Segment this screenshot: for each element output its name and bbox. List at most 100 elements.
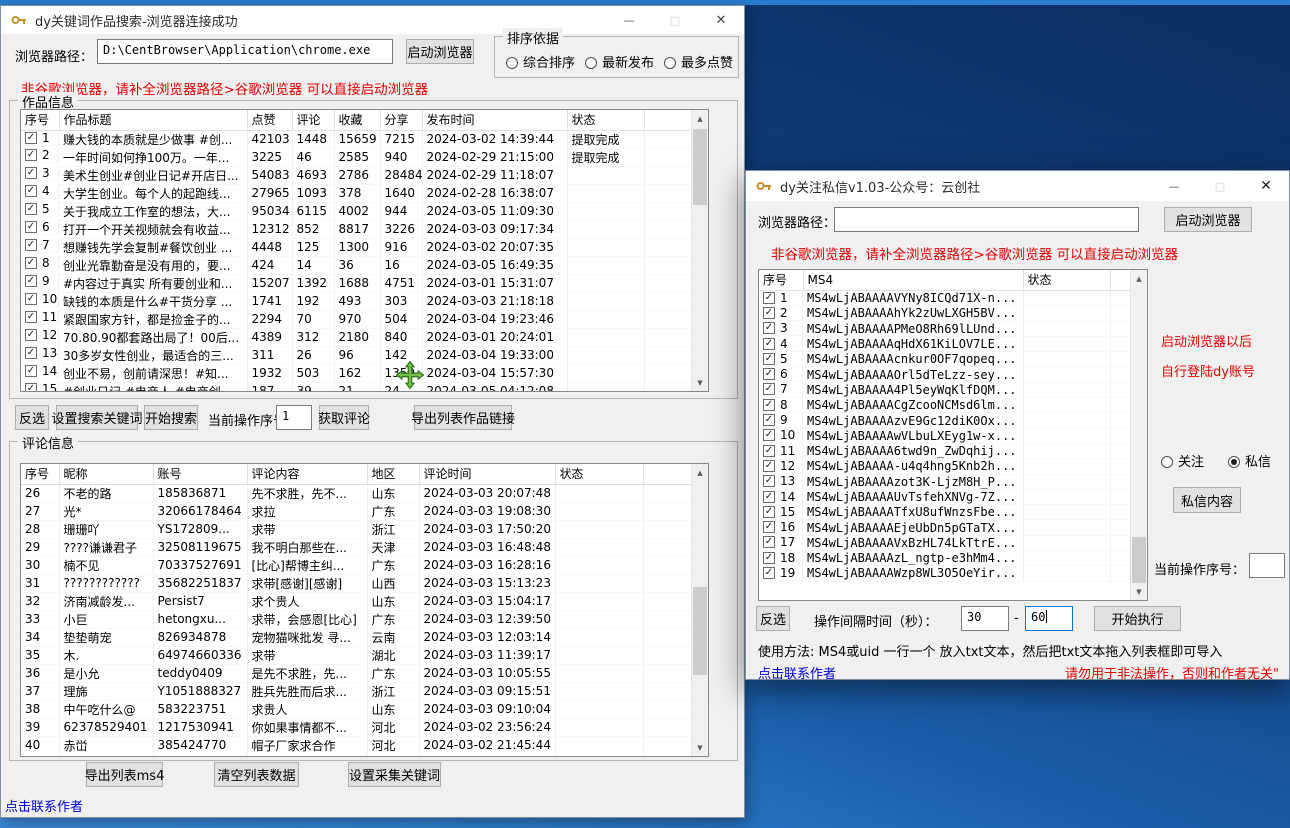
follow-radio[interactable]: 关注 <box>1161 451 1204 470</box>
table-row[interactable]: ✓12MS4wLjABAAAA-u4q4hng5Knb2h... <box>759 459 1130 474</box>
works-vertical-scrollbar[interactable]: ▲ ▼ <box>691 110 708 391</box>
row-checkbox[interactable]: ✓ <box>25 275 37 287</box>
row-checkbox[interactable]: ✓ <box>25 329 37 341</box>
table-row[interactable]: 39623785294011217530941你如果事情都不...河北2024-… <box>21 718 692 736</box>
table-row[interactable]: ✓15MS4wLjABAAAATfxU8ufWnzsFbe... <box>759 505 1130 520</box>
row-checkbox[interactable]: ✓ <box>25 167 37 179</box>
table-row[interactable]: ✓16MS4wLjABAAAAEjeUbDn5pGTaTX... <box>759 520 1130 535</box>
get-comments-button[interactable]: 获取评论 <box>319 405 369 430</box>
table-row[interactable]: 40赤峃385424770帽子厂家求合作河北2024-03-02 21:45:4… <box>21 736 692 754</box>
close-icon[interactable]: ✕ <box>1243 171 1289 201</box>
row-checkbox[interactable]: ✓ <box>25 311 37 323</box>
start-execute-button[interactable]: 开始执行 <box>1094 606 1181 631</box>
table-row[interactable]: 37理旆Y1051888327胜兵先胜而后求...浙江2024-03-03 09… <box>21 682 692 700</box>
invert-selection-button[interactable]: 反选 <box>756 606 790 631</box>
col-header[interactable]: 作品标题 <box>59 110 247 130</box>
table-row[interactable]: ✓17MS4wLjABAAAAVxBzHL74LkTtrE... <box>759 535 1130 550</box>
row-checkbox[interactable]: ✓ <box>763 338 775 350</box>
table-row[interactable]: 38中午吃什么@583223751求贵人山东2024-03-03 09:10:0… <box>21 700 692 718</box>
row-checkbox[interactable]: ✓ <box>763 292 775 304</box>
row-checkbox[interactable]: ✓ <box>763 383 775 395</box>
table-row[interactable]: ✓11MS4wLjABAAAA6twd9n_ZwDqhij... <box>759 443 1130 458</box>
scrollbar-thumb[interactable] <box>693 587 707 675</box>
row-checkbox[interactable]: ✓ <box>763 322 775 334</box>
col-header[interactable]: 地区 <box>367 464 419 484</box>
minimize-icon[interactable]: — <box>1151 171 1197 201</box>
col-header[interactable]: 发布时间 <box>422 110 567 130</box>
table-row[interactable]: 33小巨hetongxu...求带，会感恩[比心]广东2024-03-03 12… <box>21 610 692 628</box>
table-row[interactable]: 26不老的路185836871先不求胜，先不...山东2024-03-03 20… <box>21 484 692 502</box>
start-search-button[interactable]: 开始搜索 <box>144 405 198 430</box>
clear-list-button[interactable]: 清空列表数据 <box>214 762 299 787</box>
invert-selection-button[interactable]: 反选 <box>15 405 49 430</box>
col-header[interactable]: 分享 <box>380 110 422 130</box>
sort-option-composite[interactable]: 综合排序 <box>506 52 575 71</box>
close-icon[interactable]: ✕ <box>698 6 744 34</box>
left-titlebar[interactable]: dy关键词作品搜索-浏览器连接成功 — □ ✕ <box>1 6 744 34</box>
col-header[interactable]: 评论时间 <box>419 464 555 484</box>
table-row[interactable]: ✓3MS4wLjABAAAAPMeO8Rh69lLUnd... <box>759 321 1130 336</box>
interval-max-input[interactable]: 60 <box>1025 606 1073 631</box>
table-row[interactable]: ✓3美术生创业#创业日记#开店日...540834693278628484202… <box>21 166 692 184</box>
table-row[interactable]: 32济南减龄发...Persist7求个贵人山东2024-03-03 15:04… <box>21 592 692 610</box>
current-no-input[interactable] <box>1249 553 1285 578</box>
set-search-keyword-button[interactable]: 设置搜索关键词 <box>56 405 138 430</box>
col-header[interactable]: 序号 <box>21 464 59 484</box>
row-checkbox[interactable]: ✓ <box>763 521 775 533</box>
interval-min-input[interactable]: 30 <box>961 606 1009 631</box>
row-checkbox[interactable]: ✓ <box>25 132 37 144</box>
table-row[interactable]: ✓1MS4wLjABAAAAVYNy8ICQd71X-n... <box>759 290 1130 306</box>
comments-header-row[interactable]: 序号 昵称 账号 评论内容 地区 评论时间 状态 <box>21 464 692 484</box>
scroll-down-icon[interactable]: ▼ <box>692 374 708 391</box>
dm-content-button[interactable]: 私信内容 <box>1173 487 1241 513</box>
table-row[interactable]: ✓4MS4wLjABAAAAqHdX61KiLOV7LE... <box>759 336 1130 351</box>
col-header[interactable]: 状态 <box>567 110 644 130</box>
table-row[interactable]: ✓7MS4wLjABAAAA4Pl5eyWqKlfDQM... <box>759 382 1130 397</box>
row-checkbox[interactable]: ✓ <box>25 185 37 197</box>
radio-checked-icon[interactable] <box>1228 456 1240 468</box>
row-checkbox[interactable]: ✓ <box>763 307 775 319</box>
radio-icon[interactable] <box>506 57 518 69</box>
export-ms4-button[interactable]: 导出列表ms4 <box>86 762 163 787</box>
table-row[interactable]: ✓6MS4wLjABAAAAOrl5dTeLzz-sey... <box>759 367 1130 382</box>
row-checkbox[interactable]: ✓ <box>763 536 775 548</box>
row-checkbox[interactable]: ✓ <box>763 506 775 518</box>
set-collect-keyword-button[interactable]: 设置采集关键词 <box>348 762 441 787</box>
table-row[interactable]: 35木.64974660336求带湖北2024-03-03 11:39:17 <box>21 646 692 664</box>
col-header[interactable]: 账号 <box>153 464 247 484</box>
table-row[interactable]: ✓4大学生创业。每个人的起跑线...27965109337816402024-0… <box>21 184 692 202</box>
table-row[interactable]: ✓13MS4wLjABAAAAzot3K-LjzM8H_P... <box>759 474 1130 489</box>
row-checkbox[interactable]: ✓ <box>763 567 775 579</box>
row-checkbox[interactable]: ✓ <box>763 552 775 564</box>
radio-icon[interactable] <box>1161 456 1173 468</box>
row-checkbox[interactable]: ✓ <box>25 383 37 392</box>
row-checkbox[interactable]: ✓ <box>763 414 775 426</box>
table-row[interactable]: ✓9MS4wLjABAAAAzvE9Gc12diK0Ox... <box>759 413 1130 428</box>
row-checkbox[interactable]: ✓ <box>25 149 37 161</box>
sort-option-newest[interactable]: 最新发布 <box>585 52 654 71</box>
row-checkbox[interactable]: ✓ <box>763 399 775 411</box>
row-checkbox[interactable]: ✓ <box>763 460 775 472</box>
table-row[interactable]: ✓9#内容过于真实 所有要创业和...152071392168847512024… <box>21 274 692 292</box>
scroll-up-icon[interactable]: ▲ <box>1131 270 1147 287</box>
col-header[interactable]: 评论 <box>292 110 334 130</box>
current-no-input[interactable]: 1 <box>276 405 312 430</box>
table-row[interactable]: ✓1330多岁女性创业，最适合的三...31126961422024-03-04… <box>21 346 692 364</box>
contact-author-link[interactable]: 点击联系作者 <box>5 796 83 815</box>
table-row[interactable]: ✓1赚大钱的本质就是少做事 #创...421031448156597215202… <box>21 130 692 148</box>
row-checkbox[interactable]: ✓ <box>763 445 775 457</box>
radio-icon[interactable] <box>664 57 676 69</box>
table-row[interactable]: ✓2一年时间如何挣100万。一年...32254625859402024-02-… <box>21 148 692 166</box>
col-header[interactable]: 收藏 <box>334 110 380 130</box>
table-row[interactable]: ✓11紧跟国家方针，都是捡金子的...2294709705042024-03-0… <box>21 310 692 328</box>
row-checkbox[interactable]: ✓ <box>25 293 37 305</box>
table-row[interactable]: ✓7想赚钱先学会复制#餐饮创业 ...444812513009162024-03… <box>21 238 692 256</box>
launch-browser-button[interactable]: 启动浏览器 <box>1164 207 1252 232</box>
export-links-button[interactable]: 导出列表作品链接 <box>414 405 512 430</box>
table-row[interactable]: ✓5MS4wLjABAAAAcnkur0OF7qopeq... <box>759 352 1130 367</box>
table-row[interactable]: ✓14MS4wLjABAAAAUvTsfehXNVg-7Z... <box>759 489 1130 504</box>
table-row[interactable]: ✓15#创业日记 #电商人 #电商创...1873921242024-03-05… <box>21 382 692 392</box>
table-row[interactable]: ✓10缺钱的本质是什么#干货分享 ...17411924933032024-03… <box>21 292 692 310</box>
col-header[interactable]: 序号 <box>759 270 803 290</box>
col-header[interactable]: 昵称 <box>59 464 153 484</box>
